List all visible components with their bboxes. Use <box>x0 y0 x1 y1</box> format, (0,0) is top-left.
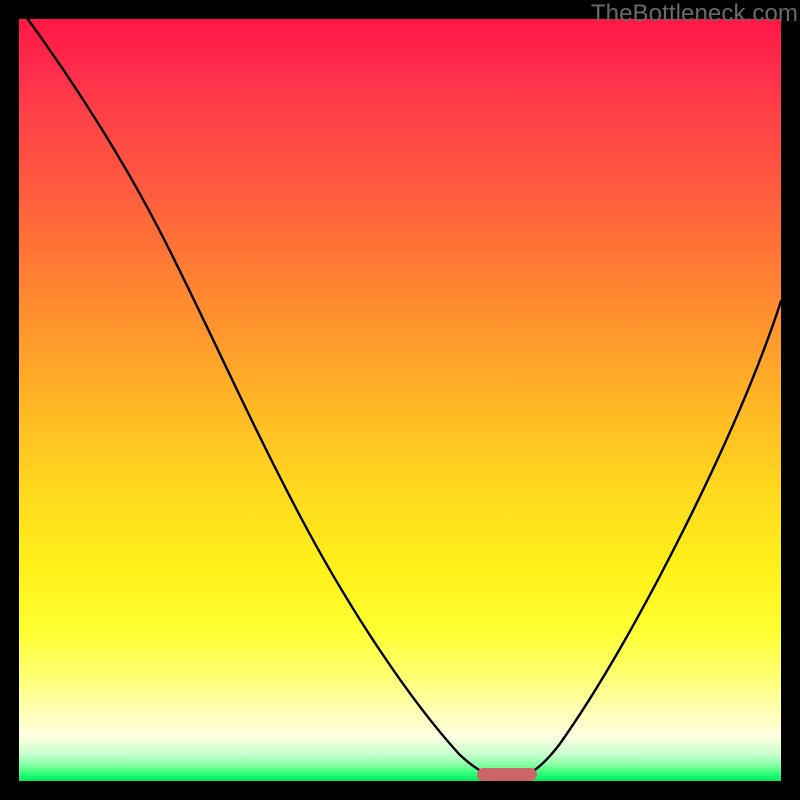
chart-frame: TheBottleneck.com <box>0 0 800 800</box>
watermark-text: TheBottleneck.com <box>591 0 798 28</box>
bottleneck-curve <box>19 19 781 781</box>
chart-plot-area <box>19 19 781 781</box>
optimal-marker <box>477 768 537 781</box>
